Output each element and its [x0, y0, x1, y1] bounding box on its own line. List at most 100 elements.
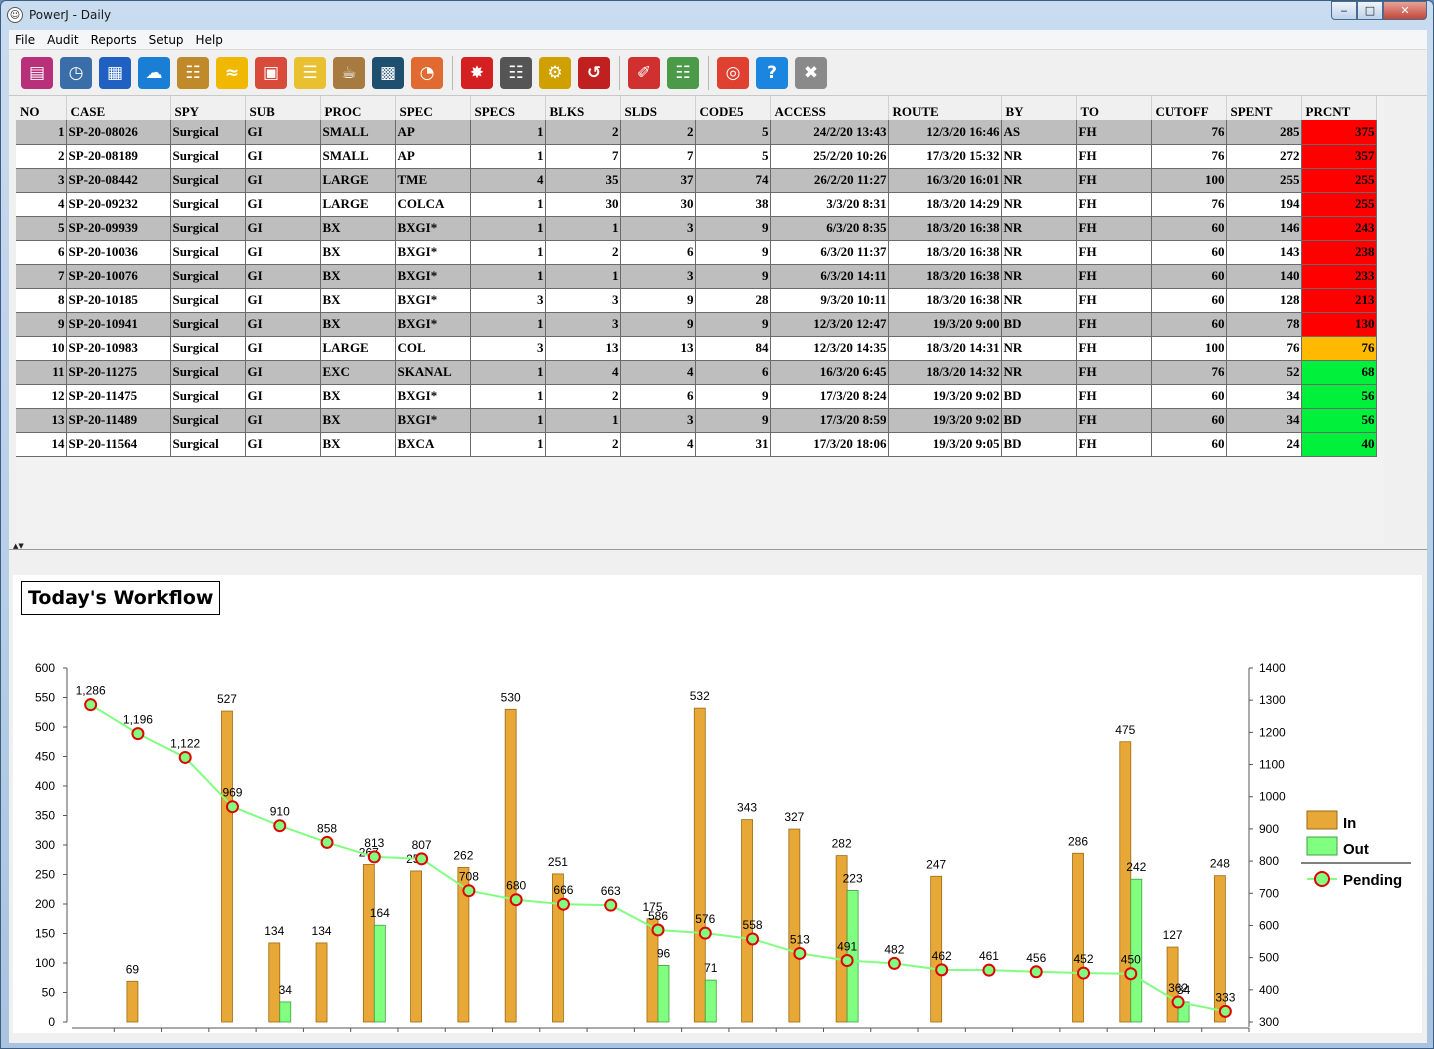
cell-code5[interactable]: 84 — [695, 336, 771, 361]
lifebuoy-icon[interactable]: ◎ — [717, 56, 749, 89]
cell-no[interactable]: 2 — [16, 144, 67, 169]
cell-spec[interactable]: BXGI* — [395, 312, 471, 337]
cell-spy[interactable]: Surgical — [170, 192, 246, 217]
cell-sub[interactable]: GI — [245, 360, 321, 385]
cell-access[interactable]: 17/3/20 8:59 — [770, 408, 889, 433]
cell-slds[interactable]: 3 — [620, 264, 696, 289]
pending-point[interactable] — [698, 926, 712, 940]
column-header-slds[interactable]: SLDS — [620, 96, 696, 120]
cell-prcnt[interactable]: 357 — [1301, 144, 1377, 169]
cell-route[interactable]: 18/3/20 14:32 — [888, 360, 1002, 385]
cell-no[interactable]: 10 — [16, 336, 67, 361]
cell-blks[interactable]: 1 — [545, 264, 621, 289]
cell-spec[interactable]: BXGI* — [395, 288, 471, 313]
cell-code5[interactable]: 31 — [695, 432, 771, 457]
cell-cutoff[interactable]: 60 — [1151, 264, 1227, 289]
column-header-route[interactable]: ROUTE — [888, 96, 1002, 120]
menu-reports[interactable]: Reports — [85, 33, 143, 47]
cell-prcnt[interactable]: 68 — [1301, 360, 1377, 385]
cell-code5[interactable]: 9 — [695, 408, 771, 433]
cell-specs[interactable]: 1 — [470, 264, 546, 289]
cell-code5[interactable]: 74 — [695, 168, 771, 193]
cell-spent[interactable]: 24 — [1226, 432, 1302, 457]
cell-to[interactable]: FH — [1076, 288, 1152, 313]
pending-point[interactable] — [509, 893, 523, 907]
cell-case[interactable]: SP-20-08442 — [66, 168, 171, 193]
cell-route[interactable]: 12/3/20 16:46 — [888, 120, 1002, 145]
cell-access[interactable]: 12/3/20 14:35 — [770, 336, 889, 361]
cell-prcnt[interactable]: 375 — [1301, 120, 1377, 145]
cell-slds[interactable]: 4 — [620, 432, 696, 457]
calendar-icon[interactable]: ▣ — [255, 56, 287, 89]
cell-by[interactable]: NR — [1001, 336, 1077, 361]
pdf-icon[interactable]: ✐ — [628, 56, 660, 89]
gear-icon[interactable]: ⚙ — [539, 56, 571, 89]
cell-route[interactable]: 19/3/20 9:00 — [888, 312, 1002, 337]
cell-case[interactable]: SP-20-10036 — [66, 240, 171, 265]
panel-splitter[interactable]: ▲▼ — [9, 542, 1427, 550]
table-row[interactable]: 7 SP-20-10076 Surgical GI BX BXGI* 1 1 3 9 6/3/20 … — [16, 264, 1377, 289]
cell-proc[interactable]: BX — [320, 312, 396, 337]
bar-in[interactable] — [126, 980, 139, 1023]
cell-route[interactable]: 18/3/20 16:38 — [888, 216, 1002, 241]
pending-point[interactable] — [178, 750, 192, 764]
cell-to[interactable]: FH — [1076, 240, 1152, 265]
cell-no[interactable]: 9 — [16, 312, 67, 337]
pending-point[interactable] — [604, 898, 618, 912]
cell-blks[interactable]: 3 — [545, 288, 621, 313]
column-header-access[interactable]: ACCESS — [770, 96, 889, 120]
cell-access[interactable]: 25/2/20 10:26 — [770, 144, 889, 169]
cell-spy[interactable]: Surgical — [170, 264, 246, 289]
pending-point[interactable] — [1077, 966, 1091, 980]
cell-specs[interactable]: 1 — [470, 432, 546, 457]
cell-prcnt[interactable]: 255 — [1301, 192, 1377, 217]
cell-sub[interactable]: GI — [245, 144, 321, 169]
cell-route[interactable]: 19/3/20 9:02 — [888, 384, 1002, 409]
pending-point[interactable] — [367, 850, 381, 864]
cell-to[interactable]: FH — [1076, 168, 1152, 193]
cell-sub[interactable]: GI — [245, 408, 321, 433]
bar-in[interactable] — [788, 828, 801, 1023]
cell-route[interactable]: 18/3/20 16:38 — [888, 264, 1002, 289]
column-header-no[interactable]: NO — [16, 96, 67, 120]
cell-to[interactable]: FH — [1076, 384, 1152, 409]
cell-spent[interactable]: 52 — [1226, 360, 1302, 385]
cell-sub[interactable]: GI — [245, 120, 321, 145]
table-row[interactable]: 9 SP-20-10941 Surgical GI BX BXGI* 1 3 9 9 12/3/20… — [16, 312, 1377, 337]
cell-prcnt[interactable]: 213 — [1301, 288, 1377, 313]
pending-point[interactable] — [556, 897, 570, 911]
cell-by[interactable]: BD — [1001, 432, 1077, 457]
cell-by[interactable]: NR — [1001, 360, 1077, 385]
cell-blks[interactable]: 35 — [545, 168, 621, 193]
cell-sub[interactable]: GI — [245, 216, 321, 241]
cell-cutoff[interactable]: 60 — [1151, 384, 1227, 409]
presentation-icon[interactable]: ◔ — [411, 56, 443, 89]
bar-out[interactable] — [1130, 878, 1143, 1023]
cell-no[interactable]: 4 — [16, 192, 67, 217]
cell-proc[interactable]: EXC — [320, 360, 396, 385]
cell-prcnt[interactable]: 243 — [1301, 216, 1377, 241]
pending-point[interactable] — [793, 946, 807, 960]
cell-specs[interactable]: 1 — [470, 120, 546, 145]
column-header-prcnt[interactable]: PRCNT — [1301, 96, 1377, 120]
cell-route[interactable]: 18/3/20 14:29 — [888, 192, 1002, 217]
cell-cutoff[interactable]: 60 — [1151, 432, 1227, 457]
pending-point[interactable] — [651, 923, 665, 937]
cell-prcnt[interactable]: 255 — [1301, 168, 1377, 193]
cell-blks[interactable]: 2 — [545, 384, 621, 409]
cell-slds[interactable]: 7 — [620, 144, 696, 169]
table-row[interactable]: 13 SP-20-11489 Surgical GI BX BXGI* 1 1 3 9 17/3/2… — [16, 408, 1377, 433]
cell-to[interactable]: FH — [1076, 264, 1152, 289]
cell-slds[interactable]: 30 — [620, 192, 696, 217]
cell-blks[interactable]: 2 — [545, 120, 621, 145]
calculator-icon[interactable]: ☷ — [500, 56, 532, 89]
cell-proc[interactable]: BX — [320, 288, 396, 313]
cell-cutoff[interactable]: 60 — [1151, 312, 1227, 337]
cell-proc[interactable]: SMALL — [320, 144, 396, 169]
cell-proc[interactable]: BX — [320, 432, 396, 457]
table-row[interactable]: 5 SP-20-09939 Surgical GI BX BXGI* 1 1 3 9 6/3/20 … — [16, 216, 1377, 241]
column-header-specs[interactable]: SPECS — [470, 96, 546, 120]
cell-case[interactable]: SP-20-10983 — [66, 336, 171, 361]
pending-point[interactable] — [273, 819, 287, 833]
cell-no[interactable]: 3 — [16, 168, 67, 193]
